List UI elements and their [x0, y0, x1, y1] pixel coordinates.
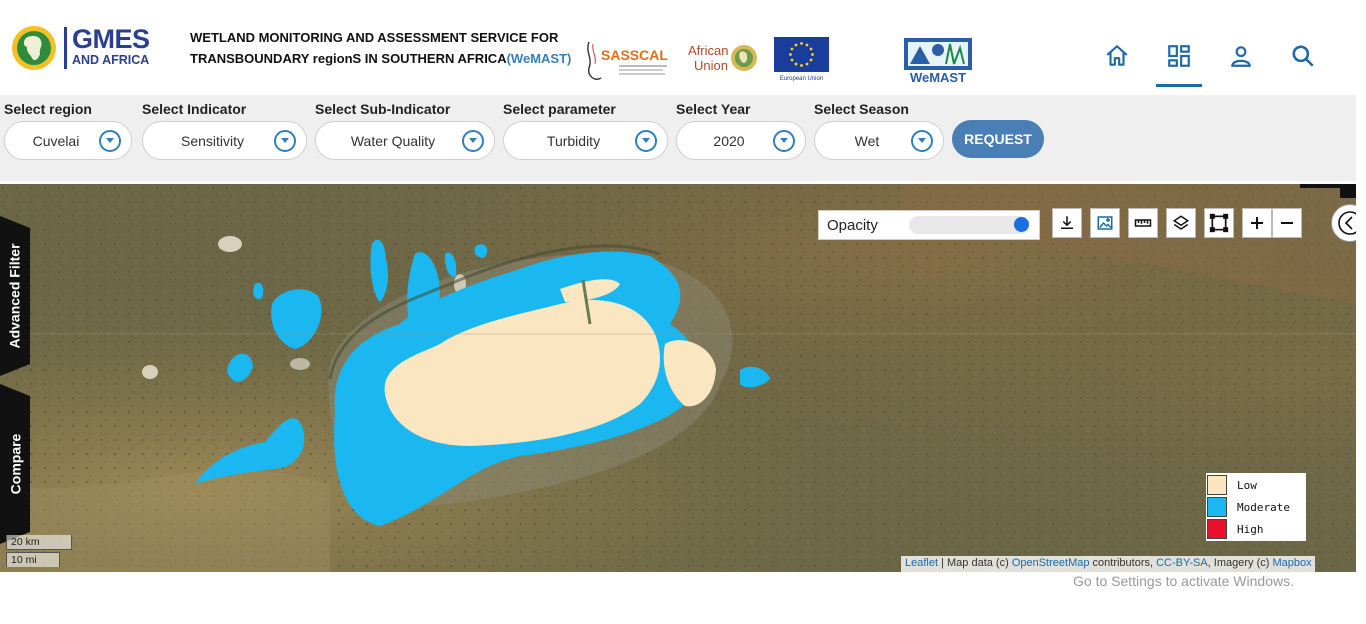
chevron-down-icon[interactable]	[635, 129, 657, 152]
sub-indicator-select[interactable]: Water Quality	[315, 121, 495, 160]
request-button[interactable]: REQUEST	[952, 120, 1044, 158]
indicator-value: Sensitivity	[180, 132, 245, 149]
eu-star	[794, 62, 798, 66]
eu-star	[811, 53, 814, 56]
chevron-down-icon[interactable]	[274, 129, 296, 152]
opacity-label: Opacity	[827, 216, 878, 234]
eu-star	[809, 58, 813, 62]
mapbox-link[interactable]: Mapbox	[1272, 557, 1311, 569]
african-union-logo[interactable]: African Union	[686, 40, 760, 76]
windows-activation-watermark: Go to Settings to activate Windows.	[1073, 573, 1294, 589]
osm-link[interactable]: OpenStreetMap	[1012, 557, 1090, 569]
filter-label: Select Indicator	[142, 101, 247, 117]
user-icon[interactable]	[1225, 40, 1257, 72]
svg-text:SASSCAL: SASSCAL	[601, 47, 668, 63]
indicator-select[interactable]: Sensitivity	[142, 121, 307, 160]
svg-text:European Union: European Union	[780, 76, 823, 82]
ruler-icon[interactable]	[1128, 208, 1158, 238]
eu-star	[805, 62, 809, 66]
region-select[interactable]: Cuvelai	[4, 121, 132, 160]
sasscal-logo[interactable]: SASSCAL	[583, 38, 671, 84]
scale-bar-metric: 20 km	[6, 535, 72, 550]
eu-star	[805, 43, 809, 47]
app-header: GMES AND AFRICA WETLAND MONITORING AND A…	[0, 0, 1366, 95]
image-icon[interactable]	[1090, 208, 1120, 238]
legend-swatch	[1207, 475, 1227, 495]
legend-item-low: Low	[1206, 474, 1306, 496]
legend-swatch	[1207, 519, 1227, 539]
chevron-down-icon[interactable]	[462, 129, 484, 152]
eu-star	[790, 58, 794, 62]
season-select[interactable]: Wet	[814, 121, 944, 160]
european-union-logo[interactable]: European Union	[774, 37, 829, 82]
sub-indicator-value: Water Quality	[350, 132, 436, 149]
eu-star	[800, 42, 803, 45]
opacity-slider-track[interactable]	[909, 216, 1029, 234]
eu-star	[794, 43, 798, 47]
scale-bar-imperial: 10 mi	[6, 552, 60, 567]
svg-text:African: African	[688, 43, 728, 58]
filter-label: Select parameter	[503, 101, 616, 117]
dashboard-icon[interactable]	[1163, 40, 1195, 72]
parameter-select[interactable]: Turbidity	[503, 121, 668, 160]
legend-item-high: High	[1206, 518, 1306, 540]
eu-star	[789, 53, 792, 56]
nav-active-indicator	[1156, 84, 1202, 87]
ccbysa-link[interactable]: CC-BY-SA	[1156, 557, 1208, 569]
search-icon[interactable]	[1287, 40, 1319, 72]
svg-text:Union: Union	[694, 58, 728, 73]
draw-rectangle-icon[interactable]	[1204, 208, 1234, 238]
zoom-in-icon[interactable]	[1242, 208, 1272, 238]
layers-icon[interactable]	[1166, 208, 1196, 238]
filter-label: Select region	[4, 101, 92, 117]
season-value: Wet	[854, 132, 880, 149]
filter-bar: Select region Cuvelai Select Indicator S…	[0, 95, 1356, 181]
download-icon[interactable]	[1052, 208, 1082, 238]
gmes-logo-text: GMES AND AFRICA	[72, 24, 150, 67]
leaflet-link[interactable]: Leaflet	[905, 557, 938, 569]
svg-text:WeMAST: WeMAST	[910, 70, 966, 84]
eu-star	[790, 47, 794, 51]
filter-label: Select Sub-Indicator	[315, 101, 451, 117]
chevron-down-icon[interactable]	[99, 129, 121, 152]
eu-star	[809, 47, 813, 51]
opacity-slider-thumb[interactable]	[1014, 217, 1029, 232]
filter-label: Select Year	[676, 101, 751, 117]
map-legend: Low Moderate High	[1206, 473, 1306, 541]
satellite-basemap	[0, 184, 1356, 572]
filter-label: Select Season	[814, 101, 909, 117]
advanced-filter-tab[interactable]: Advanced Filter	[0, 216, 30, 376]
home-icon[interactable]	[1101, 40, 1133, 72]
compare-tab[interactable]: Compare	[0, 384, 30, 544]
map-view[interactable]: Advanced Filter Compare Opacity Low Mode…	[0, 184, 1356, 572]
wemast-logo[interactable]: WeMAST	[902, 36, 974, 85]
chevron-down-icon[interactable]	[911, 129, 933, 152]
eu-star	[800, 64, 803, 67]
year-value: 2020	[713, 132, 745, 149]
region-value: Cuvelai	[32, 132, 80, 149]
legend-item-moderate: Moderate	[1206, 496, 1306, 518]
legend-swatch	[1207, 497, 1227, 517]
opacity-control: Opacity	[818, 210, 1040, 240]
zoom-out-icon[interactable]	[1272, 208, 1302, 238]
service-title: WETLAND MONITORING AND ASSESSMENT SERVIC…	[190, 30, 572, 66]
chevron-down-icon[interactable]	[773, 129, 795, 152]
map-attribution: Leaflet | Map data (c) OpenStreetMap con…	[901, 556, 1315, 572]
year-select[interactable]: 2020	[676, 121, 806, 160]
parameter-value: Turbidity	[546, 132, 601, 149]
